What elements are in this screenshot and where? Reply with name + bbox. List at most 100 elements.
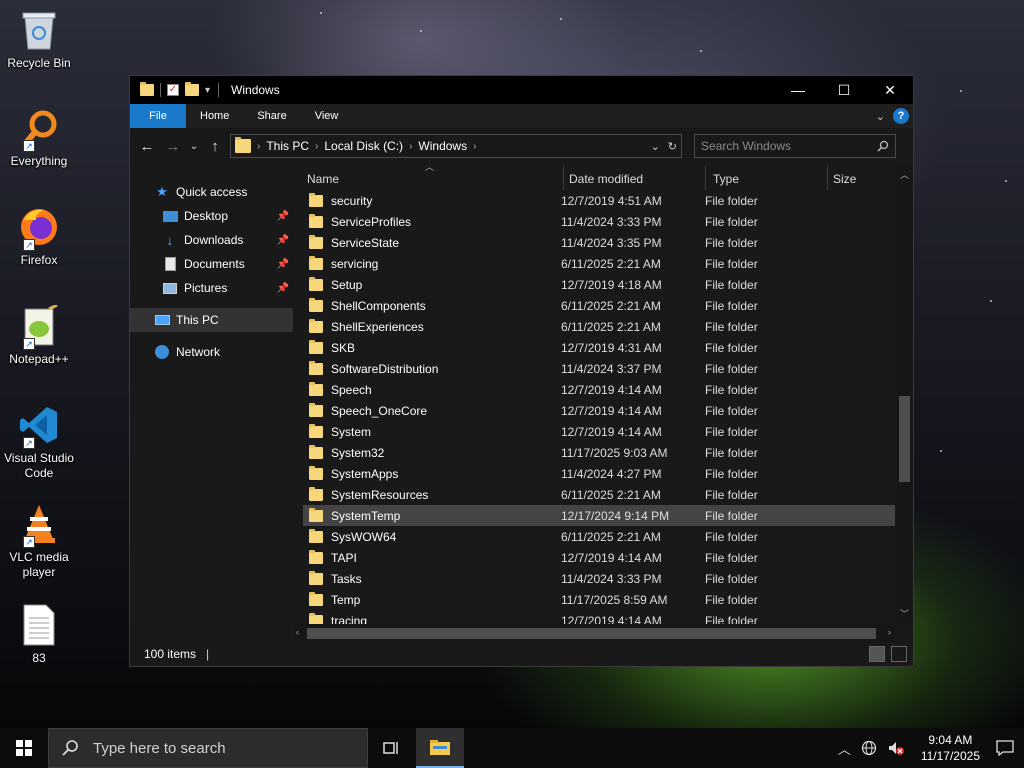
table-row[interactable]: security 12/7/2019 4:51 AM File folder [303, 190, 895, 211]
maximize-button[interactable]: ☐ [821, 76, 867, 104]
back-arrow-icon[interactable]: ← [136, 135, 158, 157]
table-row[interactable]: SystemResources 6/11/2025 2:21 AM File fol… [303, 484, 895, 505]
table-row[interactable]: Speech 12/7/2019 4:14 AM File folder [303, 379, 895, 400]
table-row[interactable]: System 12/7/2019 4:14 AM File folder [303, 421, 895, 442]
column-header-type[interactable]: Type [713, 172, 739, 186]
folder-icon [309, 570, 323, 585]
scroll-right-icon[interactable]: › [888, 627, 891, 637]
desktop-icon-label: Notepad++ [9, 352, 69, 366]
pin-icon[interactable]: 📌 [277, 259, 289, 270]
details-view-icon[interactable] [869, 646, 885, 662]
table-row[interactable]: ShellExperiences 6/11/2025 2:21 AM File fo… [303, 316, 895, 337]
breadcrumb-windows[interactable]: Windows [418, 139, 467, 153]
divider [160, 83, 161, 97]
sidebar-item-downloads[interactable]: ↓ Downloads 📌 [130, 228, 293, 252]
table-row[interactable]: SoftwareDistribution 11/4/2024 3:37 PM Fil… [303, 358, 895, 379]
table-row[interactable]: SystemTemp 12/17/2024 9:14 PM File folder [303, 505, 895, 526]
tab-home[interactable]: Home [186, 104, 243, 128]
volume-muted-icon[interactable] [887, 740, 905, 756]
network-globe-icon[interactable] [861, 740, 877, 756]
desktop-icon-vlc[interactable]: ↗ VLC media player [4, 502, 74, 580]
everything-search-icon: ↗ [17, 106, 61, 152]
help-icon[interactable]: ? [893, 108, 909, 124]
address-history-chevron-icon[interactable]: ⌄ [651, 140, 660, 153]
desktop-icon-notepadpp[interactable]: ↗ Notepad++ [4, 304, 74, 367]
column-divider[interactable] [705, 166, 706, 190]
task-view-button[interactable] [368, 728, 416, 768]
column-divider[interactable] [827, 166, 828, 190]
expand-ribbon-chevron-icon[interactable]: ⌄ [876, 110, 885, 123]
pin-icon[interactable]: 📌 [277, 235, 289, 246]
tab-view[interactable]: View [301, 104, 353, 128]
scroll-down-icon[interactable]: ﹀ [896, 607, 913, 620]
vertical-scrollbar[interactable]: ︿ ﹀ [896, 164, 913, 622]
pin-icon[interactable]: 📌 [277, 283, 289, 294]
tab-file[interactable]: File [130, 104, 186, 128]
table-row[interactable]: SysWOW64 6/11/2025 2:21 AM File folder [303, 526, 895, 547]
taskbar-search-box[interactable]: Type here to search [48, 728, 368, 768]
column-header-date-modified[interactable]: Date modified [569, 172, 643, 186]
desktop-icon-everything[interactable]: ↗ Everything [4, 106, 74, 169]
sidebar-item-desktop[interactable]: Desktop 📌 [130, 204, 293, 228]
horizontal-scrollbar[interactable]: ‹ › [293, 624, 896, 642]
breadcrumb-separator-icon[interactable]: › [315, 141, 318, 152]
minimize-button[interactable]: — [775, 76, 821, 104]
breadcrumb-separator-icon[interactable]: › [473, 141, 476, 152]
new-folder-icon[interactable] [185, 82, 199, 96]
table-row[interactable]: SystemApps 11/4/2024 4:27 PM File folder [303, 463, 895, 484]
table-row[interactable]: TAPI 12/7/2019 4:14 AM File folder [303, 547, 895, 568]
search-box[interactable] [694, 134, 896, 158]
breadcrumb-local-disk[interactable]: Local Disk (C:) [324, 139, 403, 153]
quick-access-toolbar-dropdown-icon[interactable]: ▾ [205, 85, 210, 96]
up-arrow-icon[interactable]: ↑ [204, 135, 226, 157]
table-row[interactable]: Temp 11/17/2025 8:59 AM File folder [303, 589, 895, 610]
breadcrumb-separator-icon[interactable]: › [409, 141, 412, 152]
title-bar[interactable]: ✓ ▾ Windows — ☐ ✕ [130, 76, 913, 104]
table-row[interactable]: ServiceProfiles 11/4/2024 3:33 PM File fol… [303, 211, 895, 232]
breadcrumb-this-pc[interactable]: This PC [266, 139, 309, 153]
table-row[interactable]: SKB 12/7/2019 4:31 AM File folder [303, 337, 895, 358]
table-row[interactable]: ShellComponents 6/11/2025 2:21 AM File fol… [303, 295, 895, 316]
scroll-left-icon[interactable]: ‹ [296, 627, 299, 637]
table-row[interactable]: Setup 12/7/2019 4:18 AM File folder [303, 274, 895, 295]
folder-icon [309, 381, 323, 396]
sidebar-item-quick-access[interactable]: ★ Quick access [130, 180, 293, 204]
recent-locations-chevron-icon[interactable]: ⌄ [188, 135, 200, 157]
taskbar-file-explorer[interactable] [416, 728, 464, 768]
table-row[interactable]: Speech_OneCore 12/7/2019 4:14 AM File fold… [303, 400, 895, 421]
sidebar-item-this-pc[interactable]: This PC [130, 308, 293, 332]
scrollbar-thumb[interactable] [899, 396, 910, 482]
show-hidden-icons-chevron-icon[interactable]: ︿ [838, 739, 851, 758]
desktop-icon-firefox[interactable]: ↗ Firefox [4, 205, 74, 268]
desktop-icon-vscode[interactable]: ↗ Visual Studio Code [4, 403, 74, 481]
start-button[interactable] [0, 728, 48, 768]
table-row[interactable]: ServiceState 11/4/2024 3:35 PM File folder [303, 232, 895, 253]
properties-quick-icon[interactable]: ✓ [167, 84, 179, 96]
table-row[interactable]: Tasks 11/4/2024 3:33 PM File folder [303, 568, 895, 589]
sidebar-item-documents[interactable]: Documents 📌 [130, 252, 293, 276]
column-header-size[interactable]: Size [833, 172, 856, 186]
scrollbar-thumb[interactable] [307, 628, 876, 639]
pin-icon[interactable]: 📌 [277, 211, 289, 222]
large-icons-view-icon[interactable] [891, 646, 907, 662]
column-header-name[interactable]: Name [307, 172, 339, 186]
address-bar[interactable]: › This PC › Local Disk (C:) › Windows › … [230, 134, 682, 158]
desktop-icon-text-file[interactable]: 83 [4, 603, 74, 666]
close-button[interactable]: ✕ [867, 76, 913, 104]
clock[interactable]: 9:04 AM 11/17/2025 [915, 732, 986, 764]
search-input[interactable] [701, 139, 861, 153]
refresh-icon[interactable]: ↻ [668, 140, 677, 153]
column-divider[interactable] [563, 166, 564, 190]
table-row[interactable]: System32 11/17/2025 9:03 AM File folder [303, 442, 895, 463]
sidebar-item-pictures[interactable]: Pictures 📌 [130, 276, 293, 300]
breadcrumb-separator-icon[interactable]: › [257, 141, 260, 152]
scroll-up-icon[interactable]: ︿ [896, 168, 913, 181]
table-row[interactable]: servicing 6/11/2025 2:21 AM File folder [303, 253, 895, 274]
tab-share[interactable]: Share [243, 104, 300, 128]
forward-arrow-icon[interactable]: → [162, 135, 184, 157]
sidebar-item-network[interactable]: Network [130, 340, 293, 364]
file-explorer-window[interactable]: ✓ ▾ Windows — ☐ ✕ File Home Share View ⌄… [129, 75, 914, 667]
notifications-icon[interactable] [996, 740, 1014, 756]
file-date-modified: 12/7/2019 4:14 AM [561, 382, 662, 397]
desktop-icon-recycle-bin[interactable]: Recycle Bin [4, 8, 74, 71]
